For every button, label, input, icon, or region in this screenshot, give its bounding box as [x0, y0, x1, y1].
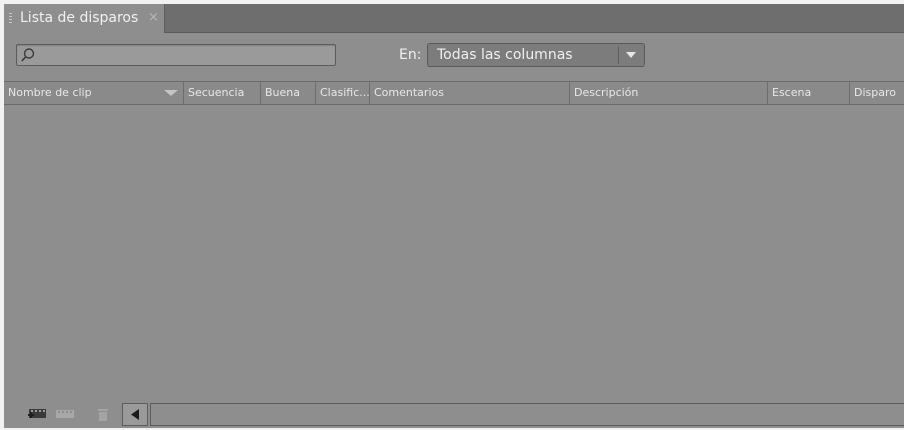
dropdown-divider: [618, 46, 619, 64]
column-label: Escena: [772, 86, 812, 99]
table-header: Nombre de clip Secuencia Buena Clasific.…: [4, 81, 904, 105]
column-header-descripcion[interactable]: Descripción: [570, 82, 768, 104]
table-body[interactable]: [4, 105, 904, 401]
chevron-down-icon: [626, 52, 636, 58]
drag-grip-icon[interactable]: [9, 13, 12, 24]
tab-bar: Lista de disparos ×: [4, 4, 904, 33]
column-header-disparo[interactable]: Disparo: [850, 82, 904, 104]
column-label: Comentarios: [374, 86, 444, 99]
column-label: Disparo: [854, 86, 896, 99]
column-header-clasificacion[interactable]: Clasific...: [316, 82, 370, 104]
search-input[interactable]: [39, 46, 333, 66]
column-filter-dropdown[interactable]: Todas las columnas: [427, 43, 645, 67]
column-label: Clasific...: [320, 86, 370, 99]
column-header-comentarios[interactable]: Comentarios: [370, 82, 570, 104]
sort-descending-icon[interactable]: [164, 90, 178, 96]
bottom-toolbar: [4, 401, 904, 428]
horizontal-scrollbar[interactable]: [150, 403, 904, 426]
column-header-buena[interactable]: Buena: [261, 82, 316, 104]
column-header-nombre-de-clip[interactable]: Nombre de clip: [4, 82, 184, 104]
column-label: Buena: [265, 86, 300, 99]
scroll-left-icon: [131, 409, 139, 420]
shot-list-panel: Lista de disparos × En: Todas las column…: [4, 4, 904, 428]
scroll-left-button[interactable]: [122, 403, 148, 426]
close-icon[interactable]: ×: [148, 10, 159, 26]
merge-clips-icon: [56, 410, 74, 418]
column-label: Nombre de clip: [8, 86, 92, 99]
column-header-secuencia[interactable]: Secuencia: [184, 82, 261, 104]
new-clip-icon[interactable]: [26, 406, 48, 422]
filter-label: En:: [399, 47, 422, 63]
column-label: Descripción: [574, 86, 639, 99]
tab-lista-de-disparos[interactable]: Lista de disparos ×: [4, 4, 165, 33]
dropdown-selected-value: Todas las columnas: [437, 47, 573, 63]
column-label: Secuencia: [188, 86, 245, 99]
trash-icon: [98, 409, 108, 421]
search-box[interactable]: [16, 44, 336, 66]
column-header-escena[interactable]: Escena: [768, 82, 850, 104]
search-icon: [21, 48, 35, 62]
tab-label: Lista de disparos: [20, 10, 139, 26]
